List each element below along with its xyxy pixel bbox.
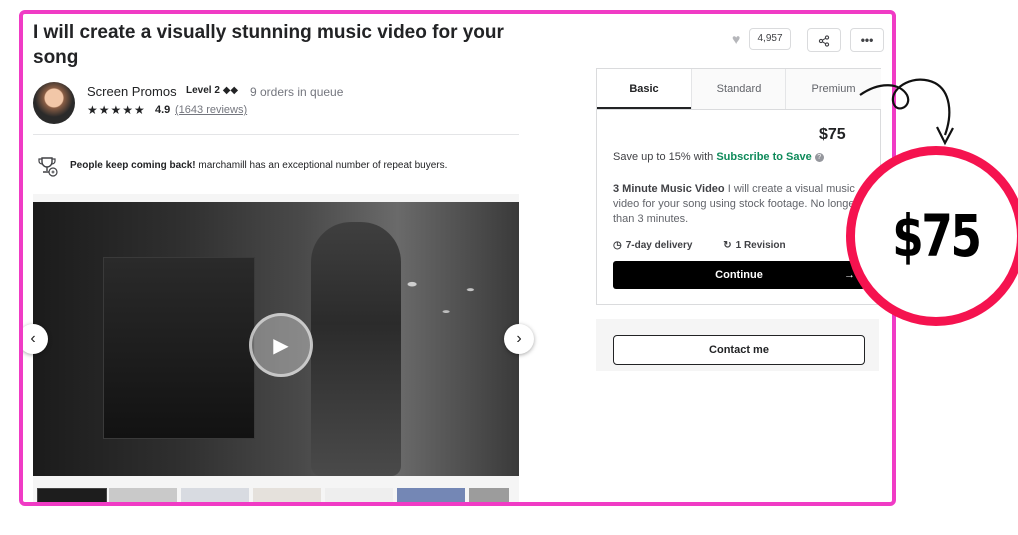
gallery-thumbnail[interactable] xyxy=(181,488,249,502)
orders-in-queue: 9 orders in queue xyxy=(250,85,344,99)
gallery-thumbnail[interactable] xyxy=(253,488,321,502)
play-icon[interactable]: ▶ xyxy=(249,313,313,377)
repeat-buyers-text: marchamill has an exceptional number of … xyxy=(195,160,448,171)
repeat-buyers-banner: People keep coming back! marchamill has … xyxy=(37,155,523,177)
help-icon[interactable]: ? xyxy=(814,152,824,162)
package-panel: Basic Standard Premium $75 Save up to 15… xyxy=(596,68,881,305)
repeat-buyers-heading: People keep coming back! xyxy=(70,160,196,171)
gig-title: I will create a visually stunning music … xyxy=(33,22,504,68)
chevron-left-icon: ‹ xyxy=(30,330,36,347)
heart-icon[interactable]: ♥ xyxy=(732,31,740,47)
price-callout: $75 xyxy=(846,146,1018,326)
more-options-button[interactable]: ••• xyxy=(850,28,884,52)
star-rating-icon: ★★★★★ xyxy=(87,103,146,117)
callout-price: $75 xyxy=(892,202,982,270)
clock-icon: ◷ xyxy=(613,240,622,251)
gig-video-preview[interactable]: ▶ xyxy=(33,202,519,476)
like-count[interactable]: 4,957 xyxy=(749,28,791,50)
delivery-info: ◷ 7-day delivery xyxy=(613,240,693,251)
package-meta: ◷ 7-day delivery ↻ 1 Revision xyxy=(613,240,814,251)
package-name: 3 Minute Music Video xyxy=(613,183,725,195)
gallery-thumbnails xyxy=(37,488,523,502)
video-frame-piano xyxy=(103,257,255,439)
trophy-icon xyxy=(38,157,58,177)
package-price: $75 xyxy=(819,126,846,143)
gallery-thumbnail[interactable] xyxy=(109,488,177,502)
share-icon xyxy=(818,35,830,47)
video-frame-person xyxy=(311,222,401,476)
gallery-prev-button[interactable]: ‹ xyxy=(23,324,48,354)
tab-standard[interactable]: Standard xyxy=(691,69,786,109)
refresh-icon: ↻ xyxy=(723,240,732,251)
package-description: 3 Minute Music Video I will create a vis… xyxy=(613,183,859,225)
divider xyxy=(33,134,519,135)
tab-basic[interactable]: Basic xyxy=(597,69,691,109)
seller-overview: Screen Promos Level 2 ◆◆ 9 orders in que… xyxy=(33,80,523,130)
share-button[interactable] xyxy=(807,28,841,52)
continue-button[interactable]: Continue → xyxy=(613,261,865,289)
rating-score: 4.9 xyxy=(155,104,171,116)
reviews-link[interactable]: (1643 reviews) xyxy=(175,104,247,116)
subscribe-to-save: Save up to 15% with Subscribe to Save? xyxy=(613,151,824,163)
contact-me-button[interactable]: Contact me xyxy=(613,335,865,365)
subscribe-link[interactable]: Subscribe to Save xyxy=(716,151,811,163)
gallery-thumbnail[interactable] xyxy=(325,488,393,502)
chevron-right-icon: › xyxy=(516,330,522,347)
level-diamond-icon: ◆◆ xyxy=(222,85,239,96)
gallery-thumbnail[interactable] xyxy=(397,488,465,502)
seller-level-badge: Level 2 ◆◆ xyxy=(186,85,239,96)
gallery-thumbnail[interactable] xyxy=(469,488,509,502)
revision-info: ↻ 1 Revision xyxy=(723,240,786,251)
gig-page-frame: I will create a visually stunning music … xyxy=(19,10,896,506)
contact-panel: Contact me xyxy=(596,319,879,371)
seller-name[interactable]: Screen Promos xyxy=(87,84,177,99)
package-tabs: Basic Standard Premium xyxy=(597,69,881,110)
gallery-thumbnail[interactable] xyxy=(37,488,107,502)
seller-avatar[interactable] xyxy=(33,82,75,124)
gallery-next-button[interactable]: › xyxy=(504,324,534,354)
